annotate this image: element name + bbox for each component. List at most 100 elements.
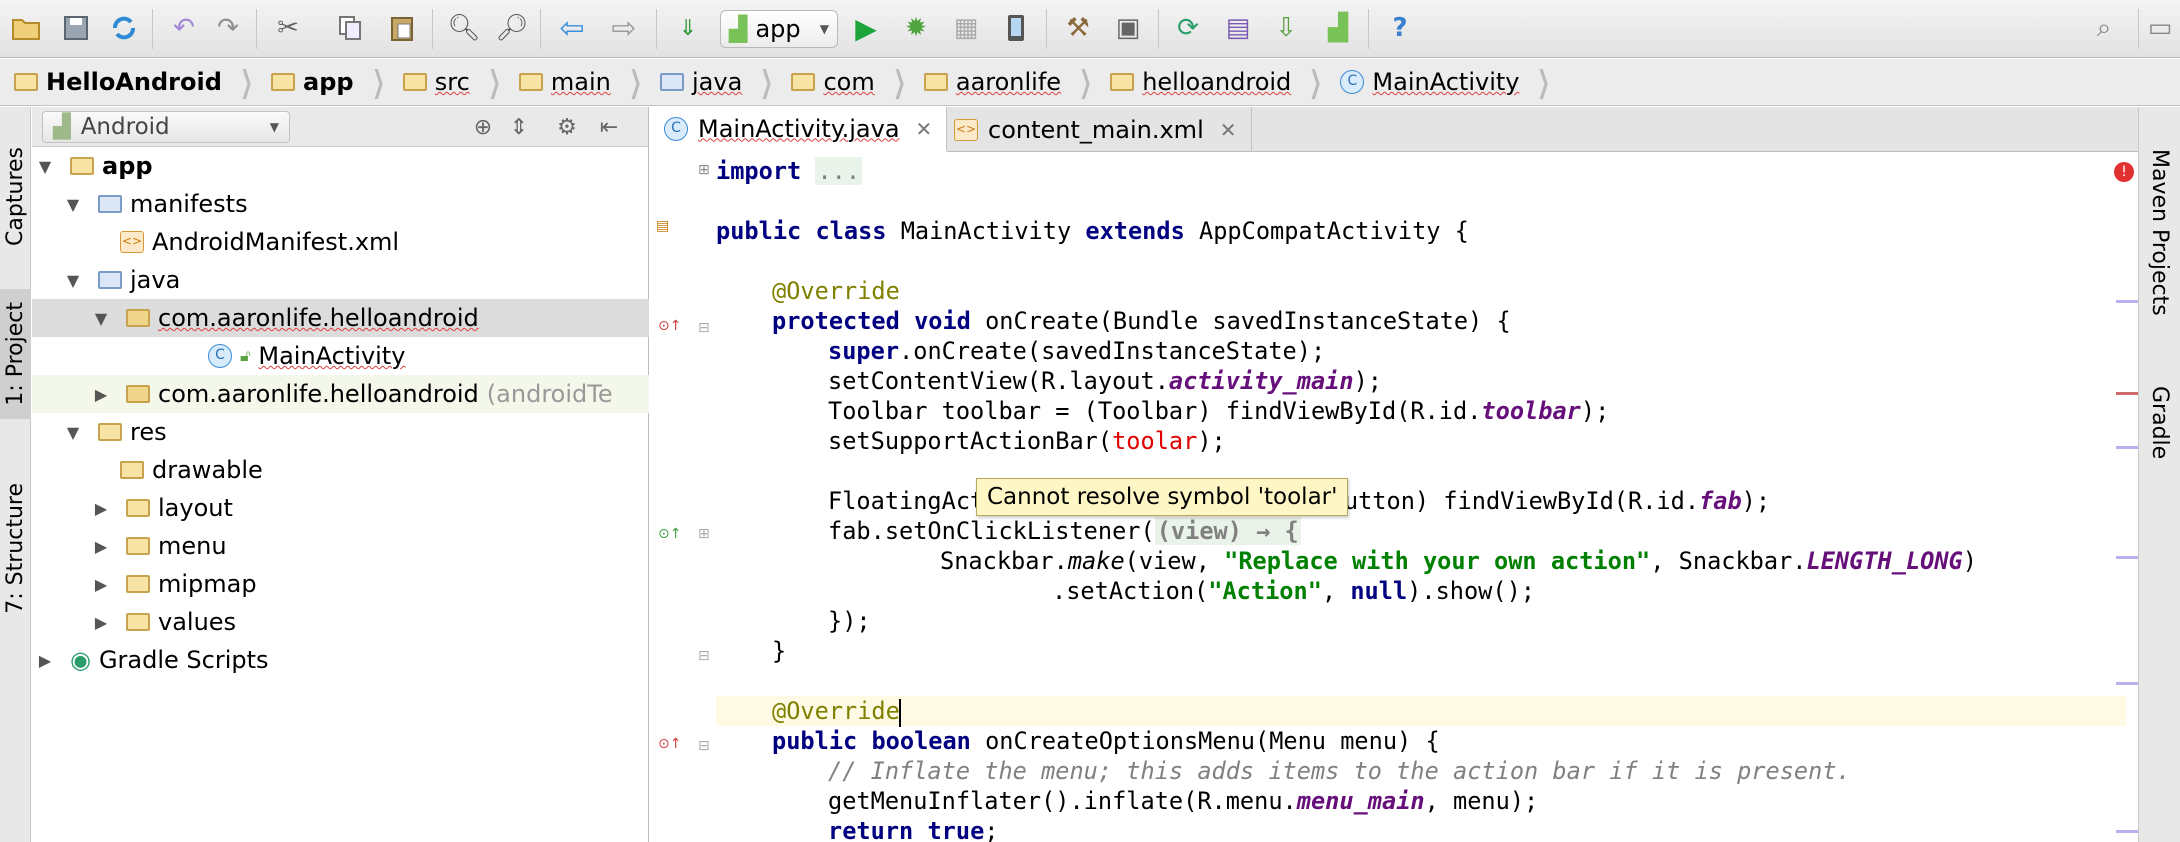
tree-item-label: com.aaronlife.helloandroid <box>158 304 479 332</box>
avd-manager-icon[interactable]: ▤ <box>1218 8 1258 48</box>
play-icon[interactable]: ▶ <box>846 8 886 48</box>
tree-item-label: Gradle Scripts <box>98 646 269 674</box>
back-icon[interactable]: ⇦ <box>552 8 592 48</box>
tree-item-gradle-scripts[interactable]: ▶ ◉ Gradle Scripts <box>32 641 649 679</box>
folder-icon <box>126 537 150 555</box>
undo-icon[interactable]: ↶ <box>164 8 204 48</box>
paste-icon[interactable] <box>382 8 422 48</box>
chevron-right-icon: ❯ <box>629 64 642 100</box>
error-token[interactable]: toolar <box>1112 427 1197 455</box>
panel-icon[interactable]: ▭ <box>2140 8 2180 48</box>
implements-marker-icon[interactable]: ⊙↑ <box>658 526 681 542</box>
breadcrumb-item-helloandroid[interactable]: HelloAndroid ❯ <box>14 65 271 100</box>
close-icon[interactable]: ✕ <box>916 117 933 141</box>
code-token: fab <box>1699 487 1742 515</box>
code-editor[interactable]: import ... public class MainActivity ext… <box>716 152 2136 842</box>
tab-content-main-xml[interactable]: <> content_main.xml ✕ <box>940 107 1252 152</box>
replace-icon[interactable]: 🔎︎ <box>492 8 532 48</box>
tool-tab-project[interactable]: 1: Project <box>0 289 31 419</box>
debug-icon[interactable]: ✹ <box>896 8 936 48</box>
make-project-icon[interactable]: ⇓ <box>668 8 708 48</box>
attach-debugger-icon[interactable]: ▦ <box>946 8 986 48</box>
project-structure-icon[interactable]: ⚒ <box>1058 8 1098 48</box>
hide-panel-icon[interactable]: ⇤ <box>594 113 624 141</box>
device-icon[interactable] <box>996 8 1036 48</box>
tree-item-app[interactable]: ▼ app <box>32 147 649 185</box>
tree-item-layout[interactable]: ▶ layout <box>32 489 649 527</box>
folder-icon <box>126 499 150 517</box>
tree-item-mainactivity[interactable]: C 🔓︎ MainActivity <box>32 337 649 375</box>
tool-tab-structure[interactable]: 7: Structure <box>0 473 31 623</box>
code-token: getMenuInflater().inflate(R.menu. <box>828 787 1297 815</box>
tree-item-package-test[interactable]: ▶ com.aaronlife.helloandroid (androidTe <box>32 375 649 413</box>
tree-item-menu[interactable]: ▶ menu <box>32 527 649 565</box>
open-folder-icon[interactable] <box>6 8 46 48</box>
android-icon[interactable]: ▟ <box>1318 8 1358 48</box>
breadcrumb-item-main[interactable]: main ❯ <box>518 64 660 100</box>
cut-icon[interactable]: ✂ <box>268 8 308 48</box>
tooltip-text: Cannot resolve symbol 'toolar' <box>987 484 1338 510</box>
help-icon[interactable]: ? <box>1380 8 1420 48</box>
breadcrumb-item-aaronlife[interactable]: aaronlife ❯ <box>923 64 1110 100</box>
breadcrumb-item-app[interactable]: app ❯ <box>271 65 403 100</box>
folded-lambda[interactable]: (view) → { <box>1154 517 1301 545</box>
breadcrumb-item-com[interactable]: com ❯ <box>791 65 923 100</box>
copy-icon[interactable] <box>330 8 370 48</box>
tree-item-java[interactable]: ▼ java <box>32 261 649 299</box>
tree-item-package[interactable]: ▼ com.aaronlife.helloandroid <box>32 299 649 337</box>
tree-item-mipmap[interactable]: ▶ mipmap <box>32 565 649 603</box>
folder-icon <box>1110 73 1135 91</box>
chevron-right-icon: ❯ <box>371 64 385 100</box>
find-icon[interactable]: 🔍︎ <box>444 8 484 48</box>
gear-icon[interactable]: ⚙ <box>552 113 582 141</box>
gradle-sync-icon[interactable]: ⟳ <box>1168 8 1208 48</box>
tree-item-androidmanifest[interactable]: <> AndroidManifest.xml <box>32 223 649 261</box>
run-configuration-select[interactable]: ▟ app ▼ <box>720 10 838 48</box>
tool-tab-label: Maven Projects <box>2147 148 2172 316</box>
folded-region[interactable]: ... <box>815 157 863 185</box>
tree-item-manifests[interactable]: ▼ manifests <box>32 185 649 223</box>
fold-icon[interactable]: ⊟ <box>698 648 710 664</box>
fold-icon[interactable]: ⊞ <box>698 162 710 178</box>
tool-tab-gradle[interactable]: Gradle <box>2144 363 2175 483</box>
redo-icon[interactable]: ↷ <box>208 8 248 48</box>
override-marker-icon[interactable]: ⊙↑ <box>658 318 681 334</box>
tree-item-drawable[interactable]: drawable <box>32 451 649 489</box>
forward-icon[interactable]: ⇨ <box>604 8 644 48</box>
breadcrumb-item-mainactivity[interactable]: C MainActivity ❯ <box>1340 65 1568 100</box>
search-everywhere-icon[interactable]: ⌕ <box>2084 8 2124 48</box>
breadcrumb-item-helloandroid-pkg[interactable]: helloandroid ❯ <box>1110 65 1340 100</box>
tool-tab-label: 7: Structure <box>3 482 28 614</box>
chevron-right-icon: ❯ <box>1079 64 1092 100</box>
save-icon[interactable] <box>56 8 96 48</box>
fold-icon[interactable]: ⊟ <box>698 738 710 754</box>
override-marker-icon[interactable]: ⊙↑ <box>658 736 681 752</box>
tool-tab-maven-projects[interactable]: Maven Projects <box>2144 127 2175 337</box>
sync-icon[interactable] <box>104 8 144 48</box>
code-token: class <box>815 217 887 245</box>
breadcrumb-item-java[interactable]: java ❯ <box>660 65 791 100</box>
code-token: menu_main <box>1296 787 1425 815</box>
sdk-manager-icon[interactable]: ▣ <box>1108 8 1148 48</box>
code-token: ); <box>1741 487 1771 515</box>
tree-item-res[interactable]: ▼ res <box>32 413 649 451</box>
code-token: make <box>1067 547 1125 575</box>
collapse-all-icon[interactable]: ⇕ <box>504 113 534 141</box>
tree-item-values[interactable]: ▶ values <box>32 603 649 641</box>
xml-file-icon[interactable]: ▤ <box>656 218 669 234</box>
code-token: activity_main <box>1168 367 1354 395</box>
tab-mainactivity-java[interactable]: C MainActivity.java ✕ <box>650 107 948 152</box>
fold-icon[interactable]: ⊞ <box>698 526 710 542</box>
tool-tab-captures[interactable]: Captures <box>0 121 31 271</box>
code-line: }); <box>828 606 871 636</box>
breadcrumb-item-src[interactable]: src ❯ <box>402 65 519 100</box>
error-indicator-icon[interactable]: ! <box>2114 162 2134 182</box>
expand-arrow-icon: ▼ <box>66 422 80 442</box>
fold-icon[interactable]: ⊟ <box>698 320 710 336</box>
scroll-from-source-icon[interactable]: ⊕ <box>468 113 498 141</box>
project-view-select[interactable]: ▟ Android ▼ <box>42 111 290 143</box>
code-token: fab.setOnClickListener( <box>828 517 1155 545</box>
editor-error-stripe[interactable]: ! <box>2110 152 2142 842</box>
close-icon[interactable]: ✕ <box>1220 118 1237 142</box>
android-device-monitor-icon[interactable]: ⇩ <box>1266 8 1306 48</box>
